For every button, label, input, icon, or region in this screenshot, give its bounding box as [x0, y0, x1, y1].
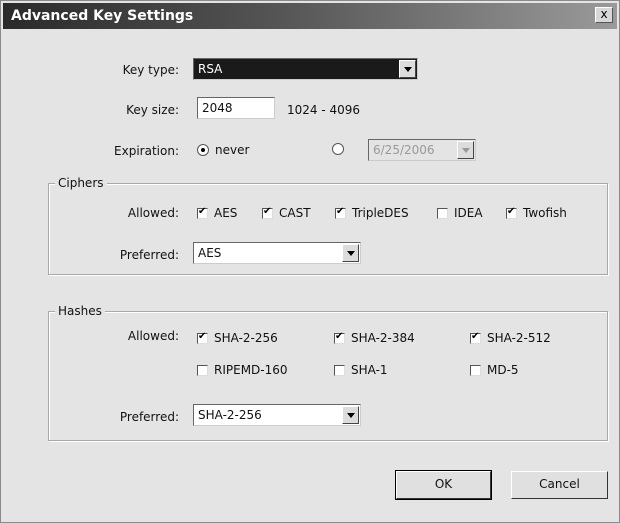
hashes-allowed-label: Allowed:: [127, 329, 179, 343]
checkbox-checked-icon[interactable]: [262, 206, 273, 219]
cancel-button[interactable]: Cancel: [511, 471, 608, 499]
cipher-preferred-value: AES: [198, 246, 222, 260]
cipher-twofish-label: Twofish: [523, 206, 567, 220]
expiration-date-radio[interactable]: [332, 143, 350, 155]
expiration-label: Expiration:: [114, 144, 179, 158]
chevron-down-icon[interactable]: [342, 244, 359, 262]
radio-unselected-icon[interactable]: [332, 143, 344, 155]
ciphers-preferred-label: Preferred:: [119, 248, 179, 262]
close-button[interactable]: x: [595, 7, 613, 23]
chevron-down-icon[interactable]: [399, 60, 416, 78]
hash-ripemd-160-label: RIPEMD-160: [214, 363, 288, 377]
hash-sha-2-256-label: SHA-2-256: [214, 331, 278, 345]
hash-ripemd-160-checkbox[interactable]: RIPEMD-160: [197, 363, 288, 377]
key-size-label: Key size:: [126, 103, 179, 117]
cipher-aes-checkbox[interactable]: AES: [197, 206, 237, 220]
checkbox-checked-icon[interactable]: [197, 331, 208, 344]
ciphers-allowed-label: Allowed:: [127, 206, 179, 220]
hash-sha-2-512-label: SHA-2-512: [487, 331, 551, 345]
expiration-never-label: never: [215, 143, 250, 157]
hashes-group-title: Hashes: [55, 304, 105, 318]
checkbox-checked-icon[interactable]: [197, 206, 208, 219]
hash-sha-2-384-label: SHA-2-384: [351, 331, 415, 345]
cipher-cast-checkbox[interactable]: CAST: [262, 206, 311, 220]
checkbox-unchecked-icon[interactable]: [470, 364, 481, 376]
checkbox-unchecked-icon[interactable]: [334, 364, 345, 376]
key-size-range: 1024 - 4096: [287, 103, 361, 117]
hash-preferred-value: SHA-2-256: [198, 408, 262, 422]
window-title: Advanced Key Settings: [11, 8, 194, 24]
cipher-cast-label: CAST: [279, 206, 311, 220]
ok-button[interactable]: OK: [395, 470, 492, 500]
hash-sha-1-checkbox[interactable]: SHA-1: [334, 363, 388, 377]
expiration-date-value: 6/25/2006: [373, 143, 435, 157]
key-size-input[interactable]: 2048: [197, 97, 275, 119]
key-type-value: RSA: [198, 62, 223, 76]
cipher-aes-label: AES: [214, 206, 238, 220]
advanced-key-settings-dialog: Advanced Key Settings x Key type: RSA Ke…: [0, 0, 620, 523]
hash-preferred-select[interactable]: SHA-2-256: [193, 404, 361, 426]
ciphers-group-title: Ciphers: [55, 176, 107, 190]
hashes-preferred-label: Preferred:: [119, 410, 179, 424]
checkbox-checked-icon[interactable]: [335, 206, 346, 219]
cipher-idea-label: IDEA: [454, 206, 483, 220]
hash-sha-2-384-checkbox[interactable]: SHA-2-384: [334, 331, 415, 345]
key-type-label: Key type:: [122, 63, 179, 77]
cipher-twofish-checkbox[interactable]: Twofish: [506, 206, 567, 220]
cipher-preferred-select[interactable]: AES: [193, 242, 361, 264]
expiration-never-radio[interactable]: never: [197, 143, 249, 157]
cipher-tripledes-checkbox[interactable]: TripleDES: [335, 206, 409, 220]
hash-sha-2-256-checkbox[interactable]: SHA-2-256: [197, 331, 278, 345]
hash-sha-2-512-checkbox[interactable]: SHA-2-512: [470, 331, 551, 345]
hash-sha-1-label: SHA-1: [351, 363, 388, 377]
expiration-date-picker[interactable]: 6/25/2006: [368, 139, 476, 161]
title-bar: Advanced Key Settings x: [3, 3, 617, 29]
cipher-tripledes-label: TripleDES: [352, 206, 409, 220]
checkbox-checked-icon[interactable]: [506, 206, 517, 219]
hash-md-5-checkbox[interactable]: MD-5: [470, 363, 519, 377]
chevron-down-icon[interactable]: [457, 141, 474, 159]
checkbox-checked-icon[interactable]: [334, 331, 345, 344]
key-type-select[interactable]: RSA: [193, 58, 418, 80]
cipher-idea-checkbox[interactable]: IDEA: [437, 206, 483, 220]
radio-selected-icon[interactable]: [197, 144, 209, 156]
chevron-down-icon[interactable]: [342, 406, 359, 424]
checkbox-unchecked-icon[interactable]: [437, 207, 448, 219]
checkbox-checked-icon[interactable]: [470, 331, 481, 344]
hash-md-5-label: MD-5: [487, 363, 519, 377]
checkbox-unchecked-icon[interactable]: [197, 364, 208, 376]
